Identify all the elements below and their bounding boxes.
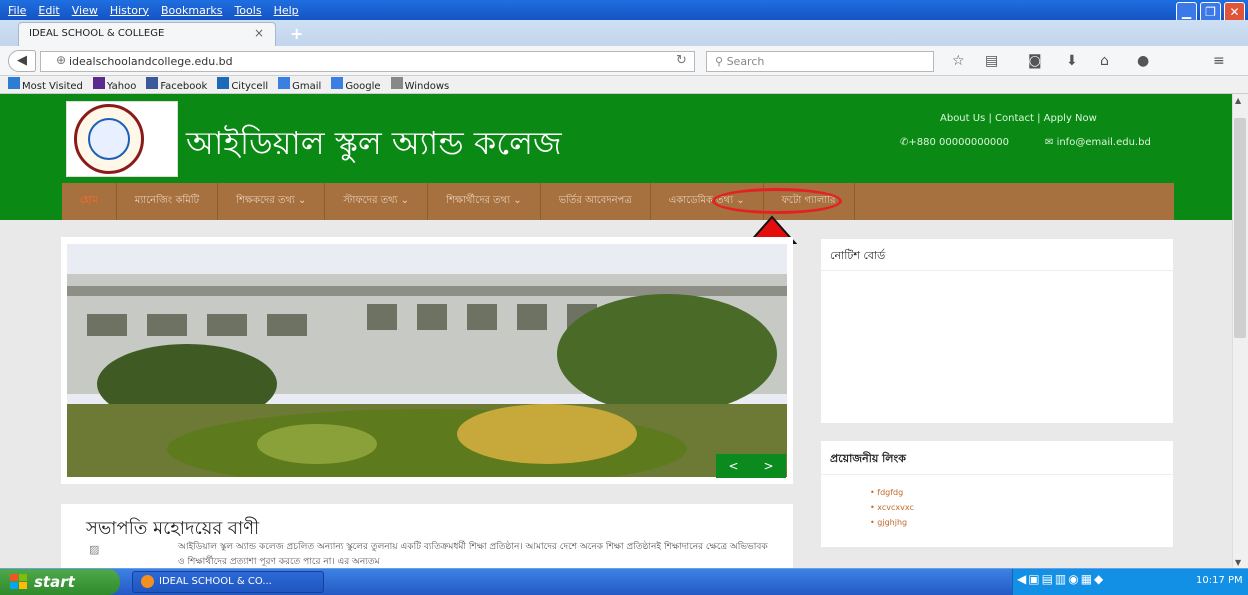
bookmarks-menu-icon[interactable]: ▤	[985, 53, 998, 69]
menu-bar: File Edit View History Bookmarks Tools Help	[0, 0, 299, 20]
bookmark-label: Yahoo	[106, 81, 137, 92]
notice-board-title: নোটিশ বোর্ড	[830, 249, 886, 262]
hamburger-menu-icon[interactable]: ≡	[1213, 53, 1225, 69]
link-label: gjghjhg	[877, 518, 908, 527]
phone-contact: ✆+880 00000000000	[900, 137, 1009, 148]
slider-next-button[interactable]: >	[763, 459, 773, 473]
divider	[821, 474, 1173, 475]
bookmarks-toolbar: Most Visited Yahoo Facebook Citycell Gmail Go…	[0, 76, 1248, 94]
bookmark-star-icon[interactable]: ☆	[952, 53, 965, 69]
useful-link[interactable]: • gjghjhg	[870, 518, 907, 527]
tab-close-icon[interactable]: ×	[254, 26, 264, 40]
menu-help[interactable]: Help	[274, 4, 299, 17]
menu-tools[interactable]: Tools	[234, 4, 261, 17]
search-input[interactable]: ⚲ Search	[706, 51, 934, 72]
bookmark-gmail[interactable]: Gmail	[278, 77, 321, 92]
yahoo-icon	[92, 77, 105, 89]
address-bar[interactable]: idealschoolandcollege.edu.bd	[40, 51, 695, 72]
windows-logo-icon	[10, 574, 27, 589]
download-icon[interactable]: ⬇	[1066, 53, 1078, 69]
nav-item-5[interactable]: শিক্ষার্থীদের তথ্য ⌄	[428, 183, 541, 220]
bookmark-label: Gmail	[292, 81, 322, 92]
close-window-button[interactable]: ✕	[1224, 2, 1245, 22]
tab-title: IDEAL SCHOOL & COLLEGE	[29, 28, 165, 39]
globe-icon: ⊕	[56, 53, 67, 67]
new-tab-button[interactable]: +	[290, 24, 303, 43]
search-icon: ⚲	[715, 55, 727, 68]
article-text: আইডিয়াল স্কুল অ্যান্ড কলেজ প্রচলিত অন্য…	[178, 542, 768, 567]
useful-links-title: প্রয়োজনীয় লিংক	[830, 452, 906, 465]
image-placeholder-icon: ▨	[89, 543, 100, 556]
highlight-circle	[712, 188, 842, 214]
taskbar-firefox-window[interactable]: IDEAL SCHOOL & CO...	[132, 571, 324, 593]
bookmark-label: Windows	[404, 81, 450, 92]
nav-item-2[interactable]: ম্যানেজিং কমিটি	[117, 183, 219, 220]
scroll-up-icon[interactable]: ▲	[1235, 96, 1241, 105]
email-contact[interactable]: ✉ info@email.edu.bd	[1045, 137, 1151, 148]
maximize-button[interactable]: ❐	[1200, 2, 1221, 22]
bookmark-label: Most Visited	[22, 81, 83, 92]
menu-file[interactable]: File	[8, 4, 26, 17]
phone-number: +880 00000000000	[908, 137, 1010, 148]
firefox-icon	[141, 575, 154, 588]
useful-link[interactable]: • fdgfdg	[870, 488, 903, 497]
scroll-thumb[interactable]	[1234, 118, 1246, 338]
menu-history[interactable]: History	[110, 4, 149, 17]
menu-view[interactable]: View	[72, 4, 98, 17]
search-placeholder: Search	[726, 55, 765, 68]
link-label: xcvcxvxc	[877, 503, 914, 512]
bookmark-yahoo[interactable]: Yahoo	[92, 77, 137, 92]
notice-board-panel	[821, 239, 1173, 423]
campus-photo	[67, 244, 787, 477]
browser-tab[interactable]: IDEAL SCHOOL & COLLEGE	[18, 22, 276, 46]
main-navigation: হোম ম্যানেজিং কমিটি শিক্ষকদের তথ্য ⌄ স্টাফদ…	[62, 183, 1174, 220]
clock: 10:17 PM	[1196, 575, 1243, 586]
taskbar-window-label: IDEAL SCHOOL & CO...	[159, 576, 272, 587]
pocket-icon[interactable]: ◙	[1028, 53, 1042, 69]
nav-item-1[interactable]: হোম	[62, 183, 117, 220]
bookmark-label: Citycell	[231, 81, 269, 92]
envelope-icon: ✉	[1045, 137, 1057, 148]
bookmark-facebook[interactable]: Facebook	[146, 77, 207, 92]
google-icon	[278, 77, 291, 89]
url-text: idealschoolandcollege.edu.bd	[69, 55, 233, 68]
menu-bookmarks[interactable]: Bookmarks	[161, 4, 222, 17]
bookmark-label: Facebook	[160, 81, 208, 92]
start-label: start	[34, 573, 75, 591]
useful-link[interactable]: • xcvcxvxc	[870, 503, 914, 512]
nav-item-4[interactable]: স্টাফদের তথ্য ⌄	[325, 183, 429, 220]
bookmark-google[interactable]: Google	[331, 77, 381, 92]
tray-icons[interactable]: ◀▣▤▥◉▦◆	[1017, 572, 1105, 586]
minimize-button[interactable]: ▁	[1176, 2, 1197, 22]
reload-icon[interactable]: ↻	[676, 53, 687, 68]
email-address: info@email.edu.bd	[1056, 137, 1151, 148]
citycell-icon	[217, 77, 230, 89]
scroll-down-icon[interactable]: ▼	[1235, 558, 1241, 567]
bookmark-windows[interactable]: Windows	[390, 77, 450, 92]
slider-prev-button[interactable]: <	[728, 459, 738, 473]
link-label: fdgfdg	[877, 488, 904, 497]
bookmark-label: Google	[345, 81, 381, 92]
back-button[interactable]: ◀	[8, 50, 36, 72]
bookmark-citycell[interactable]: Citycell	[217, 77, 268, 92]
top-links[interactable]: About Us | Contact | Apply Now	[940, 113, 1097, 124]
logo-emblem-icon	[88, 118, 130, 160]
chat-icon[interactable]: ●	[1137, 53, 1149, 69]
home-icon[interactable]: ⌂	[1100, 53, 1109, 69]
facebook-icon	[146, 77, 159, 89]
slider-controls: < >	[716, 454, 786, 478]
menu-edit[interactable]: Edit	[38, 4, 59, 17]
divider	[821, 270, 1173, 271]
folder-icon	[390, 77, 403, 89]
nav-item-3[interactable]: শিক্ষকদের তথ্য ⌄	[218, 183, 326, 220]
bookmark-most-visited[interactable]: Most Visited	[8, 77, 83, 92]
most-visited-icon	[8, 77, 20, 89]
google-icon	[331, 77, 344, 89]
nav-item-6[interactable]: ভর্তির আবেদনপত্র	[541, 183, 651, 220]
site-name: আইডিয়াল স্কুল অ্যান্ড কলেজ	[186, 124, 562, 162]
